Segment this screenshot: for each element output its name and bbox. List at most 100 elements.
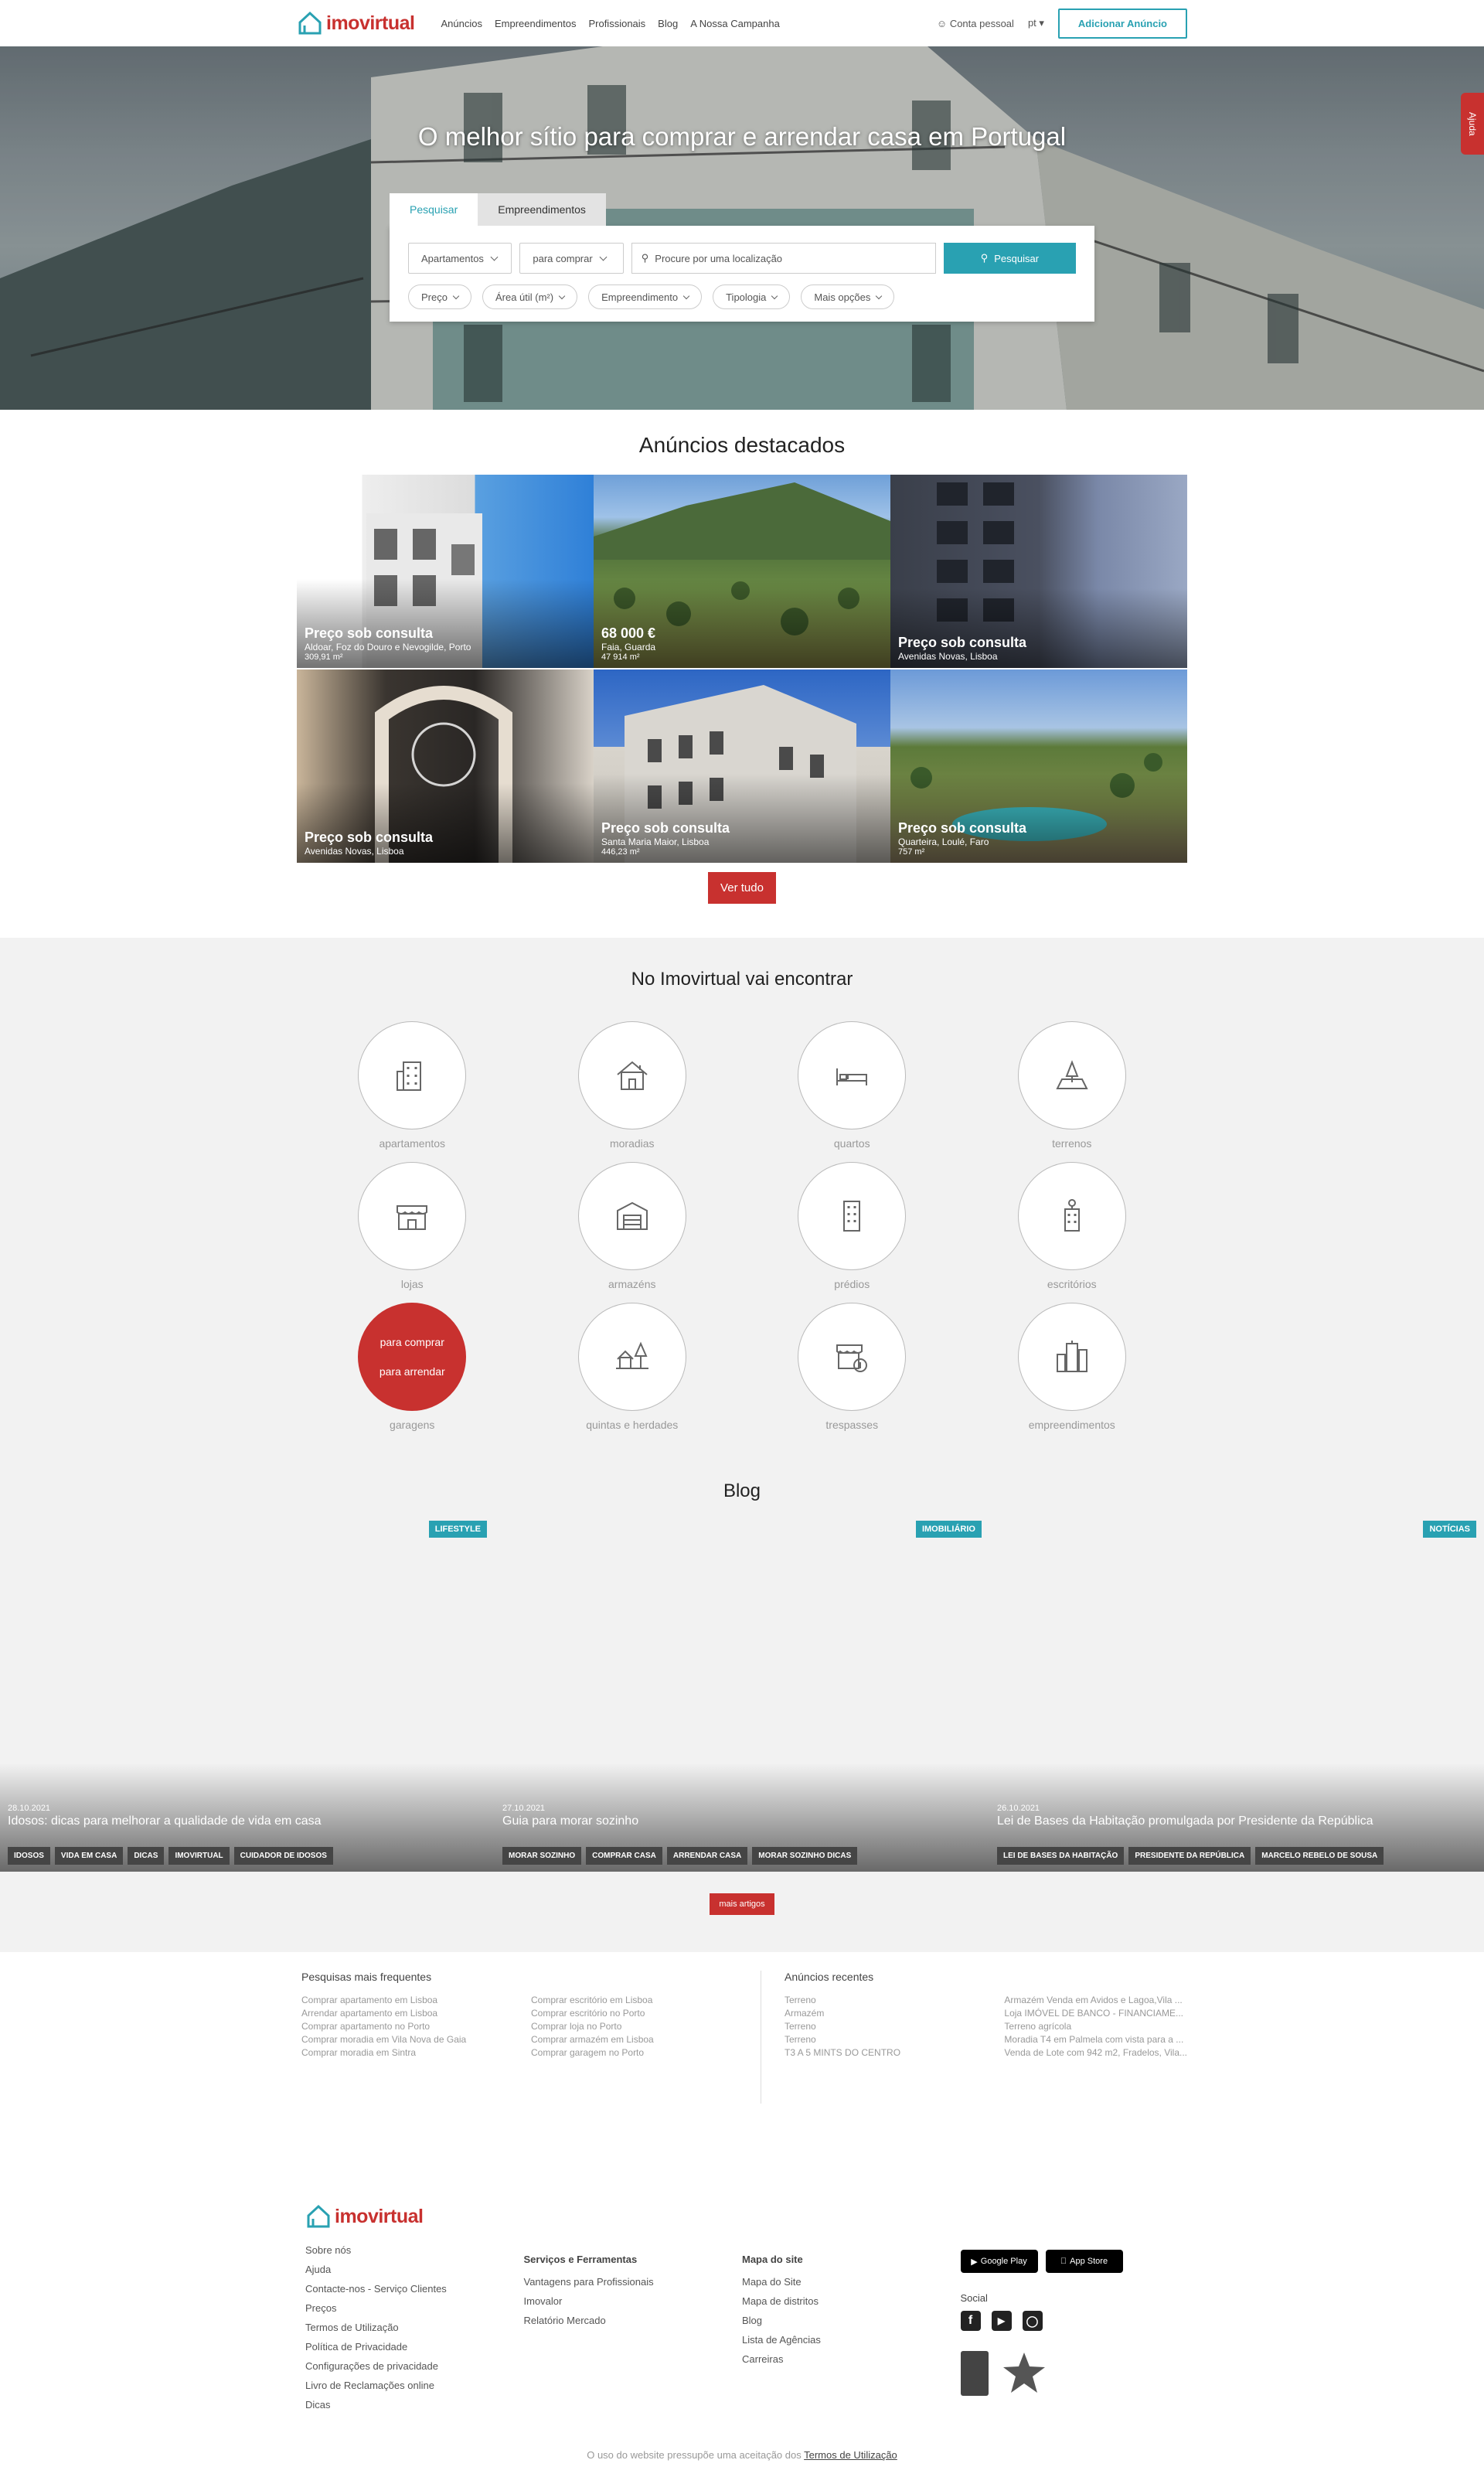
footer-link[interactable]: Imovalor	[524, 2291, 743, 2311]
nav-anuncios[interactable]: Anúncios	[441, 18, 482, 29]
app-store-button[interactable]: App Store	[1045, 2250, 1123, 2273]
featured-card[interactable]: Preço sob consulta Quarteira, Loulé, Faro…	[890, 670, 1187, 863]
featured-card[interactable]: Preço sob consulta Santa Maria Maior, Lis…	[594, 670, 890, 863]
category-escritorios[interactable]: escritórios	[962, 1162, 1183, 1290]
recent-listing-link[interactable]: Moradia T4 em Palmela com vista para a .…	[1004, 2033, 1187, 2046]
footer-link[interactable]: Mapa do Site	[742, 2272, 961, 2291]
frequent-search-link[interactable]: Comprar escritório no Porto	[531, 2007, 761, 2020]
featured-card[interactable]: 68 000 € Faia, Guarda 47 914 m²	[594, 475, 890, 668]
blog-tag[interactable]: VIDA EM CASA	[54, 1847, 124, 1865]
filter-area[interactable]: Área útil (m²)	[482, 284, 578, 309]
footer-link[interactable]: Relatório Mercado	[524, 2311, 743, 2330]
blog-tag[interactable]: COMPRAR CASA	[586, 1847, 662, 1865]
footer-link[interactable]: Carreiras	[742, 2349, 961, 2369]
help-tab[interactable]: Ajuda	[1461, 93, 1484, 155]
recent-listing-link[interactable]: T3 A 5 MINTS DO CENTRO	[785, 2046, 1004, 2060]
footer-link[interactable]: Contacte-nos - Serviço Clientes	[305, 2279, 524, 2298]
deal-type-select[interactable]: para comprar	[519, 243, 624, 274]
category-garagens[interactable]: para comprar para arrendar garagens	[302, 1303, 522, 1431]
blog-post[interactable]: NOTÍCIAS 26.10.2021 Lei de Bases da Habi…	[989, 1521, 1484, 1872]
frequent-search-link[interactable]: Comprar moradia em Sintra	[301, 2046, 531, 2060]
frequent-search-link[interactable]: Comprar apartamento em Lisboa	[301, 1994, 531, 2007]
category-trespasses[interactable]: trespasses	[742, 1303, 962, 1431]
footer-link[interactable]: Blog	[742, 2311, 961, 2330]
category-empreendimentos[interactable]: empreendimentos	[962, 1303, 1183, 1431]
search-button[interactable]: ⚲ Pesquisar	[943, 243, 1076, 274]
footer-logo[interactable]: imovirtual	[305, 2203, 524, 2230]
recent-listing-link[interactable]: Armazém	[785, 2007, 1004, 2020]
frequent-search-link[interactable]: Arrendar apartamento em Lisboa	[301, 2007, 531, 2020]
recent-listing-link[interactable]: Terreno	[785, 2020, 1004, 2033]
logo[interactable]: imovirtual	[297, 10, 415, 36]
category-armazens[interactable]: armazéns	[522, 1162, 743, 1290]
category-apartamentos[interactable]: apartamentos	[302, 1021, 522, 1150]
recent-listing-link[interactable]: Terreno	[785, 2033, 1004, 2046]
recent-listing-link[interactable]: Terreno agrícola	[1004, 2020, 1187, 2033]
category-quintas[interactable]: quintas e herdades	[522, 1303, 743, 1431]
filter-price[interactable]: Preço	[408, 284, 471, 309]
blog-tag[interactable]: CUIDADOR DE IDOSOS	[233, 1847, 333, 1865]
recent-listing-link[interactable]: Venda de Lote com 942 m2, Fradelos, Vila…	[1004, 2046, 1187, 2060]
facebook-icon[interactable]: f	[960, 2311, 981, 2331]
category-lojas[interactable]: lojas	[302, 1162, 522, 1290]
account-link[interactable]: ☺ Conta pessoal	[937, 18, 1014, 29]
footer-link[interactable]: Termos de Utilização	[305, 2318, 524, 2337]
blog-tag[interactable]: MARCELO REBELO DE SOUSA	[1255, 1847, 1384, 1865]
filter-development[interactable]: Empreendimento	[588, 284, 703, 309]
garage-rent-link[interactable]: para arrendar	[380, 1365, 445, 1378]
category-moradias[interactable]: moradias	[522, 1021, 743, 1150]
footer-link[interactable]: Livro de Reclamações online	[305, 2376, 524, 2395]
frequent-search-link[interactable]: Comprar armazém em Lisboa	[531, 2033, 761, 2046]
terms-link[interactable]: Termos de Utilização	[804, 2449, 897, 2461]
footer-link[interactable]: Ajuda	[305, 2260, 524, 2279]
location-input[interactable]: ⚲ Procure por uma localização	[631, 243, 936, 274]
blog-tag[interactable]: DICAS	[128, 1847, 165, 1865]
youtube-icon[interactable]: ▶	[991, 2311, 1012, 2331]
tab-developments[interactable]: Empreendimentos	[478, 193, 606, 226]
footer-link[interactable]: Política de Privacidade	[305, 2337, 524, 2356]
instagram-icon[interactable]: ◯	[1022, 2311, 1043, 2331]
recent-listing-link[interactable]: Loja IMÓVEL DE BANCO - FINANCIAME...	[1004, 2007, 1187, 2020]
category-quartos[interactable]: quartos	[742, 1021, 962, 1150]
footer-link[interactable]: Vantagens para Profissionais	[524, 2272, 743, 2291]
garage-buy-link[interactable]: para comprar	[380, 1336, 444, 1348]
tab-search[interactable]: Pesquisar	[390, 193, 478, 226]
footer-link[interactable]: Dicas	[305, 2395, 524, 2414]
featured-card[interactable]: Preço sob consulta Avenidas Novas, Lisboa	[297, 670, 594, 863]
blog-tag[interactable]: LEI DE BASES DA HABITAÇÃO	[997, 1847, 1125, 1865]
filter-more-options[interactable]: Mais opções	[801, 284, 895, 309]
property-type-select[interactable]: Apartamentos	[408, 243, 512, 274]
frequent-search-link[interactable]: Comprar apartamento no Porto	[301, 2020, 531, 2033]
frequent-search-link[interactable]: Comprar garagem no Porto	[531, 2046, 761, 2060]
featured-card[interactable]: Preço sob consulta Avenidas Novas, Lisboa	[890, 475, 1187, 668]
category-terrenos[interactable]: terrenos	[962, 1021, 1183, 1150]
language-select[interactable]: pt ▾	[1028, 17, 1044, 29]
recent-listing-link[interactable]: Terreno	[785, 1994, 1004, 2007]
nav-profissionais[interactable]: Profissionais	[588, 18, 645, 29]
frequent-search-link[interactable]: Comprar loja no Porto	[531, 2020, 761, 2033]
footer-link[interactable]: Mapa de distritos	[742, 2291, 961, 2311]
add-listing-button[interactable]: Adicionar Anúncio	[1057, 8, 1187, 39]
blog-tag[interactable]: ARRENDAR CASA	[666, 1847, 748, 1865]
footer-link[interactable]: Preços	[305, 2298, 524, 2318]
filter-typology[interactable]: Tipologia	[713, 284, 791, 309]
google-play-button[interactable]: ▶ Google Play	[960, 2250, 1038, 2273]
frequent-search-link[interactable]: Comprar escritório em Lisboa	[531, 1994, 761, 2007]
frequent-search-link[interactable]: Comprar moradia em Vila Nova de Gaia	[301, 2033, 531, 2046]
recent-listing-link[interactable]: Armazém Venda em Avidos e Lagoa,Vila ...	[1004, 1994, 1187, 2007]
blog-post[interactable]: IMOBILIÁRIO 27.10.2021 Guia para morar s…	[495, 1521, 989, 1872]
blog-post[interactable]: LIFESTYLE 28.10.2021 Idosos: dicas para …	[0, 1521, 495, 1872]
blog-tag[interactable]: PRESIDENTE DA REPÚBLICA	[1128, 1847, 1251, 1865]
blog-tag[interactable]: MORAR SOZINHO	[502, 1847, 582, 1865]
nav-empreendimentos[interactable]: Empreendimentos	[495, 18, 577, 29]
category-predios[interactable]: prédios	[742, 1162, 962, 1290]
footer-link[interactable]: Configurações de privacidade	[305, 2356, 524, 2376]
blog-tag[interactable]: IMOVIRTUAL	[168, 1847, 230, 1865]
footer-link[interactable]: Lista de Agências	[742, 2330, 961, 2349]
nav-campanha[interactable]: A Nossa Campanha	[690, 18, 780, 29]
nav-blog[interactable]: Blog	[658, 18, 678, 29]
see-all-button[interactable]: Ver tudo	[708, 872, 776, 904]
footer-link[interactable]: Sobre nós	[305, 2240, 524, 2260]
blog-tag[interactable]: IDOSOS	[8, 1847, 50, 1865]
featured-card[interactable]: Preço sob consulta Aldoar, Foz do Douro e…	[297, 475, 594, 668]
